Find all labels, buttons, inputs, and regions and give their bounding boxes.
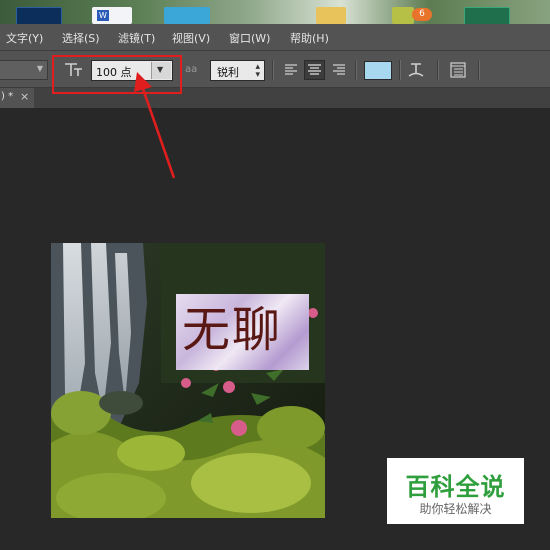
menu-help[interactable]: 帮助(H) [290,30,329,46]
text-layer-box[interactable]: 无聊 [176,294,309,370]
warp-text-icon [408,63,424,77]
menu-window[interactable]: 窗口(W) [229,30,270,46]
panel-icon [450,62,466,78]
menu-bar: 文字(Y) 选择(S) 滤镜(T) 视图(V) 窗口(W) 帮助(H) [0,24,550,51]
document-tab[interactable]: ) * × [0,88,34,108]
document-tab-title: ) * [1,91,14,102]
menu-filter[interactable]: 滤镜(T) [118,30,155,46]
warp-text-button[interactable] [405,59,427,81]
app-desktop-icon[interactable] [164,7,210,24]
waterfall-scene-image [51,243,325,518]
green-app-desktop-icon[interactable] [464,7,510,24]
align-left-button[interactable] [281,60,301,80]
character-panel-button[interactable] [447,60,469,80]
canvas-text: 无聊 [182,302,283,358]
photoshop-desktop-icon[interactable] [16,7,62,24]
desktop-background: W 6 [0,0,550,24]
align-left-icon [285,64,297,75]
antialias-value: 锐利 [217,66,239,79]
menu-view[interactable]: 视图(V) [172,30,210,46]
menu-text[interactable]: 文字(Y) [6,30,43,46]
notification-badge: 6 [412,8,432,21]
canvas-image [51,243,325,518]
close-icon[interactable]: × [20,90,29,103]
text-color-swatch[interactable] [364,61,392,80]
align-center-button[interactable] [304,60,325,80]
align-right-icon [333,64,345,75]
word-desktop-icon[interactable]: W [92,7,132,24]
watermark-subtitle: 助你轻松解决 [419,502,492,516]
folder-desktop-icon[interactable] [316,7,346,24]
updown-icon: ▴ ▾ [255,62,260,80]
align-right-button[interactable] [329,60,349,80]
font-style-dropdown[interactable]: ▼ [0,60,48,80]
chevron-down-icon: ▼ [36,64,43,73]
align-center-icon [308,64,321,75]
annotation-arrow [134,72,176,179]
watermark-title: 百科全说 [405,473,506,501]
package-desktop-icon[interactable] [392,7,414,24]
menu-select[interactable]: 选择(S) [62,30,100,46]
watermark-logo: 百科全说 助你轻松解决 [387,458,524,524]
antialias-dropdown[interactable]: 锐利 ▴ ▾ [210,60,265,81]
